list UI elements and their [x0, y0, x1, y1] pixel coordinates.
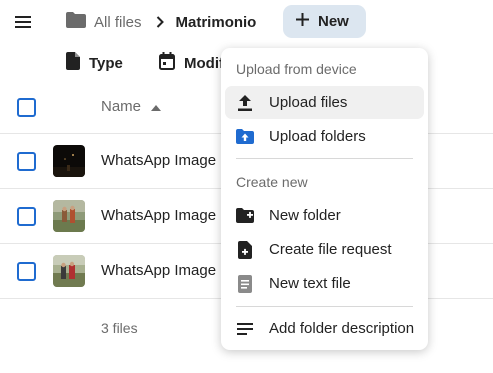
file-count-summary: 3 files: [101, 320, 138, 336]
file-name[interactable]: WhatsApp Image: [101, 152, 216, 169]
menu-item-upload-folders-label: Upload folders: [269, 128, 366, 145]
new-dropdown-menu: Upload from device Upload files Upload f…: [221, 48, 428, 350]
breadcrumb-all-files-label: All files: [94, 13, 142, 31]
new-button-label: New: [318, 13, 349, 30]
menu-item-create-file-request[interactable]: Create file request: [225, 233, 424, 266]
row-checkbox[interactable]: [17, 152, 36, 171]
row-checkbox[interactable]: [17, 262, 36, 281]
section-upload-heading: Upload from device: [236, 61, 357, 77]
calendar-icon: [159, 52, 175, 74]
menu-item-create-file-request-label: Create file request: [269, 241, 392, 258]
chevron-right-icon: [154, 15, 166, 29]
breadcrumb-current-folder[interactable]: Matrimonio: [176, 14, 257, 31]
menu-item-upload-folders[interactable]: Upload folders: [225, 120, 424, 153]
menu-hamburger-icon[interactable]: [12, 11, 34, 33]
file-icon: [66, 52, 80, 74]
menu-divider: [236, 158, 413, 159]
menu-item-upload-files-label: Upload files: [269, 94, 348, 111]
text-file-icon: [236, 274, 254, 293]
file-name[interactable]: WhatsApp Image: [101, 207, 216, 224]
new-button[interactable]: New: [283, 5, 366, 38]
menu-item-upload-files[interactable]: Upload files: [225, 86, 424, 119]
breadcrumb-current-label: Matrimonio: [175, 13, 257, 31]
filter-modified-button[interactable]: Modified: [159, 48, 221, 78]
menu-item-add-folder-description[interactable]: Add folder description: [225, 312, 424, 345]
text-description-icon: [236, 320, 254, 338]
select-all-checkbox[interactable]: [17, 98, 36, 117]
menu-item-new-text-file[interactable]: New text file: [225, 267, 424, 300]
folder-plus-icon: [236, 207, 254, 225]
menu-item-add-folder-description-label: Add folder description: [269, 320, 415, 337]
breadcrumb-all-files[interactable]: All files: [66, 12, 142, 32]
row-checkbox[interactable]: [17, 207, 36, 226]
name-column-header[interactable]: Name: [101, 98, 162, 115]
menu-item-new-text-file-label: New text file: [269, 275, 351, 292]
plus-icon: [296, 12, 309, 31]
file-plus-icon: [236, 240, 254, 259]
filter-type-button[interactable]: Type: [66, 48, 123, 78]
breadcrumb: All files Matrimonio: [66, 6, 256, 38]
folder-upload-icon: [236, 128, 254, 146]
image-thumbnail[interactable]: [53, 200, 85, 232]
filter-type-label: Type: [89, 54, 123, 72]
menu-item-new-folder-label: New folder: [269, 207, 341, 224]
upload-icon: [236, 94, 254, 112]
image-thumbnail[interactable]: [53, 255, 85, 287]
name-column-label: Name: [101, 98, 142, 115]
folder-icon: [66, 12, 86, 32]
filter-modified-label: Modified: [184, 54, 221, 72]
image-thumbnail[interactable]: [53, 145, 85, 177]
menu-item-new-folder[interactable]: New folder: [225, 199, 424, 232]
section-create-heading: Create new: [236, 174, 308, 190]
menu-divider: [236, 306, 413, 307]
sort-ascending-icon: [151, 98, 162, 115]
top-bar: All files Matrimonio New: [0, 0, 493, 44]
file-name[interactable]: WhatsApp Image: [101, 262, 216, 279]
